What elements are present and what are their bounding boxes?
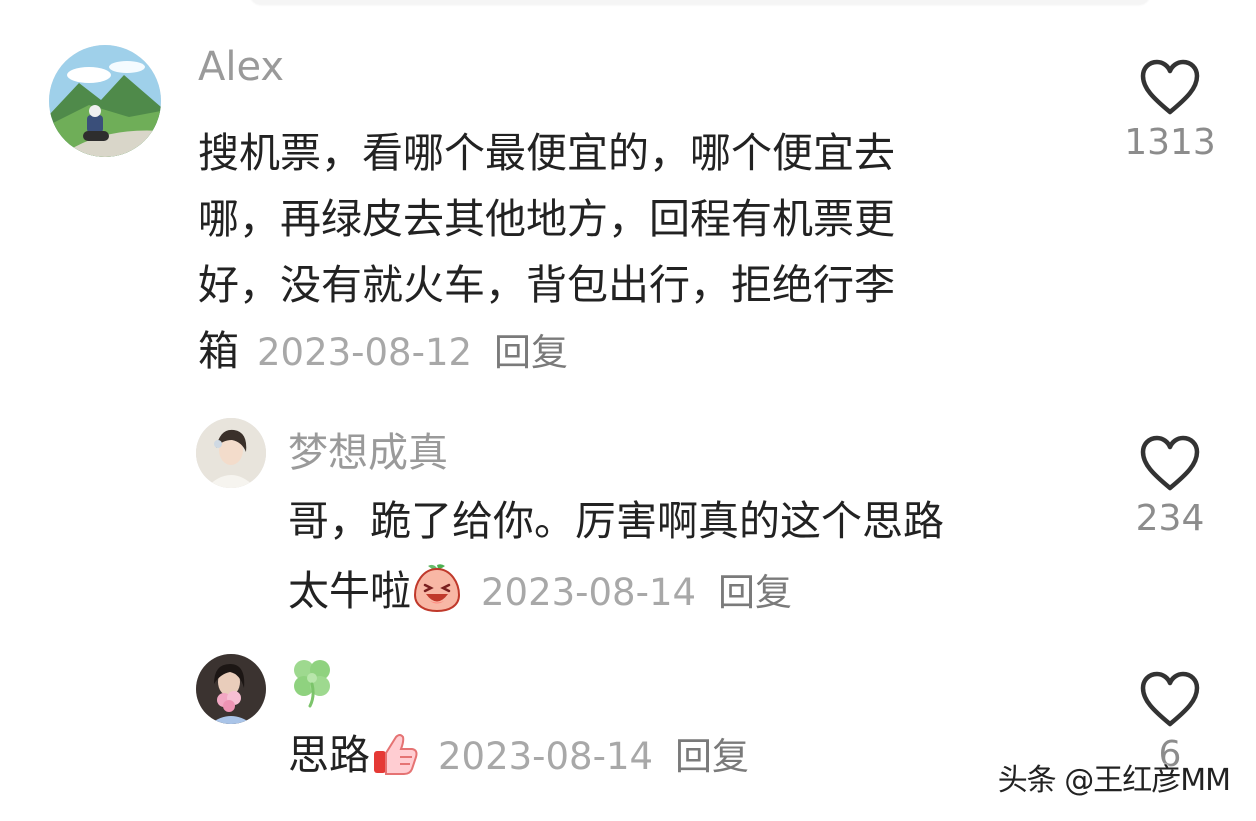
like-count: 234 xyxy=(1135,498,1205,539)
thumbs-up-emoji xyxy=(374,734,418,775)
comment-text-line: 哥，跪了给你。厉害啊真的这个思路 xyxy=(288,497,944,545)
avatar[interactable] xyxy=(49,45,161,157)
reply-button[interactable]: 回复 xyxy=(718,571,792,614)
like-control[interactable]: 1313 xyxy=(1115,58,1225,163)
comment-text-tail: 思路 xyxy=(288,731,370,779)
comment-last-line: 箱 2023-08-12 回复 xyxy=(198,318,1098,386)
comment-last-line: 太牛啦 2023-08-14 回复 xyxy=(288,556,1108,628)
comment-date: 2023-08-14 xyxy=(438,735,654,778)
heart-icon[interactable] xyxy=(1139,58,1201,116)
laughing-peach-emoji xyxy=(413,564,461,613)
watermark: 头条 @王红彦MM xyxy=(997,763,1231,798)
comment-last-line: 思路 2023-08-14 回复 xyxy=(288,724,1108,788)
comment-text-line: 好，没有就火车，背包出行，拒绝行李 xyxy=(198,261,895,309)
comment-text: 搜机票，看哪个最便宜的，哪个便宜去 哪，再绿皮去其他地方，回程有机票更 好，没有… xyxy=(198,120,1098,386)
reply-button[interactable]: 回复 xyxy=(675,735,749,778)
comment-text-tail: 太牛啦 xyxy=(288,567,411,615)
comment-date: 2023-08-12 xyxy=(257,331,473,374)
avatar[interactable] xyxy=(196,654,266,724)
avatar[interactable] xyxy=(196,418,266,488)
comment-list-screen: Alex 搜机票，看哪个最便宜的，哪个便宜去 哪，再绿皮去其他地方，回程有机票更… xyxy=(0,0,1256,821)
like-count: 1313 xyxy=(1124,122,1216,163)
four-leaf-clover-icon xyxy=(294,660,330,708)
heart-icon[interactable] xyxy=(1139,434,1201,492)
comment-text-line: 哪，再绿皮去其他地方，回程有机票更 xyxy=(198,195,895,243)
comment-text: 哥，跪了给你。厉害啊真的这个思路 太牛啦 2023-08-14 回复 xyxy=(288,486,1108,628)
comment-text: 思路 2023-08-14 回复 xyxy=(288,724,1108,788)
comment-date: 2023-08-14 xyxy=(481,571,697,614)
top-input-bar[interactable] xyxy=(250,0,1150,4)
comment-author[interactable]: 梦想成真 xyxy=(288,420,448,478)
like-control[interactable]: 234 xyxy=(1115,434,1225,539)
reply-button[interactable]: 回复 xyxy=(494,331,568,374)
comment-text-line: 搜机票，看哪个最便宜的，哪个便宜去 xyxy=(198,129,895,177)
comment-author[interactable]: Alex xyxy=(198,44,284,90)
heart-icon[interactable] xyxy=(1139,670,1201,728)
comment-text-tail: 箱 xyxy=(198,327,239,375)
